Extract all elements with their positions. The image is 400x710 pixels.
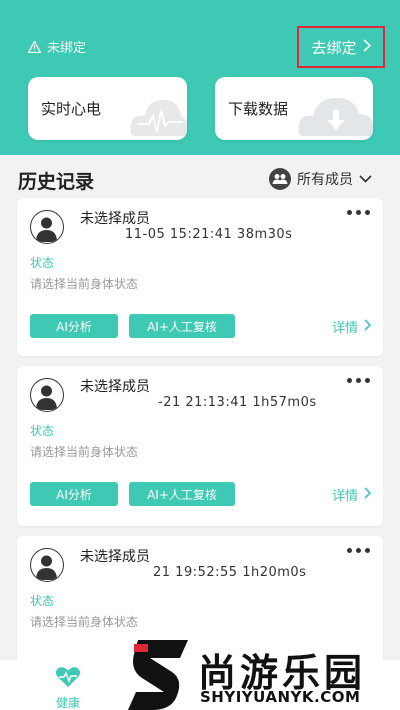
- details-link[interactable]: 详情: [331, 317, 372, 336]
- ai-analysis-button[interactable]: AI分析: [30, 482, 118, 506]
- details-label: 详情: [331, 489, 358, 504]
- warning-icon: [28, 40, 41, 53]
- ai-manual-review-button[interactable]: AI+人工复核: [129, 314, 235, 338]
- ai-manual-review-button[interactable]: AI+人工复核: [129, 482, 235, 506]
- member-filter-dropdown[interactable]: 所有成员: [269, 168, 372, 190]
- record-time: -21 21:13:41 1h57m0s: [158, 395, 317, 410]
- chevron-down-icon: [359, 171, 372, 187]
- group-icon: [269, 168, 291, 190]
- member-filter-label: 所有成员: [297, 172, 353, 188]
- record-time: 11-05 15:21:41 38m30s: [125, 227, 293, 242]
- chevron-right-icon: [362, 38, 371, 56]
- record-time: 21 19:52:55 1h20m0s: [153, 565, 307, 580]
- avatar: [30, 210, 64, 244]
- member-name: 未选择成员: [80, 549, 150, 565]
- download-cloud-icon: [297, 90, 373, 140]
- bind-device-link[interactable]: 去绑定: [297, 26, 385, 68]
- bind-status: 未绑定: [28, 37, 86, 56]
- bind-link-label: 去绑定: [311, 38, 357, 57]
- status-label: 状态: [30, 594, 55, 608]
- details-label: 详情: [331, 321, 358, 336]
- avatar: [30, 548, 64, 582]
- record-card[interactable]: 未选择成员 11-05 15:21:41 38m30s 状态 请选择当前身体状态…: [17, 198, 383, 356]
- realtime-ecg-label: 实时心电: [41, 100, 102, 118]
- bind-status-text: 未绑定: [47, 41, 87, 56]
- ai-analysis-button[interactable]: AI分析: [30, 314, 118, 338]
- avatar: [30, 378, 64, 412]
- details-link[interactable]: 详情: [331, 485, 372, 504]
- bottom-nav: 健康: [0, 660, 400, 710]
- record-card[interactable]: 未选择成员 -21 21:13:41 1h57m0s 状态 请选择当前身体状态 …: [17, 366, 383, 526]
- nav-health-tab[interactable]: 健康: [42, 666, 94, 710]
- status-select[interactable]: 请选择当前身体状态: [30, 275, 138, 292]
- status-select[interactable]: 请选择当前身体状态: [30, 613, 138, 630]
- top-header: 未绑定 去绑定 实时心电 下载数据: [0, 0, 400, 155]
- history-title: 历史记录: [18, 171, 95, 193]
- heart-icon: [55, 666, 81, 692]
- member-name: 未选择成员: [80, 379, 150, 395]
- chevron-right-icon: [364, 486, 372, 503]
- status-label: 状态: [30, 256, 55, 270]
- more-options-icon[interactable]: [347, 378, 370, 383]
- history-header: 历史记录 所有成员: [0, 155, 400, 200]
- more-options-icon[interactable]: [347, 548, 370, 553]
- status-select[interactable]: 请选择当前身体状态: [30, 443, 138, 460]
- ecg-cloud-icon: [127, 86, 187, 140]
- realtime-ecg-card[interactable]: 实时心电: [28, 77, 187, 140]
- member-name: 未选择成员: [80, 211, 150, 227]
- more-options-icon[interactable]: [347, 210, 370, 215]
- download-data-card[interactable]: 下载数据: [215, 77, 373, 140]
- chevron-right-icon: [364, 318, 372, 335]
- status-label: 状态: [30, 424, 55, 438]
- nav-health-label: 健康: [55, 696, 80, 710]
- download-data-label: 下载数据: [228, 100, 289, 118]
